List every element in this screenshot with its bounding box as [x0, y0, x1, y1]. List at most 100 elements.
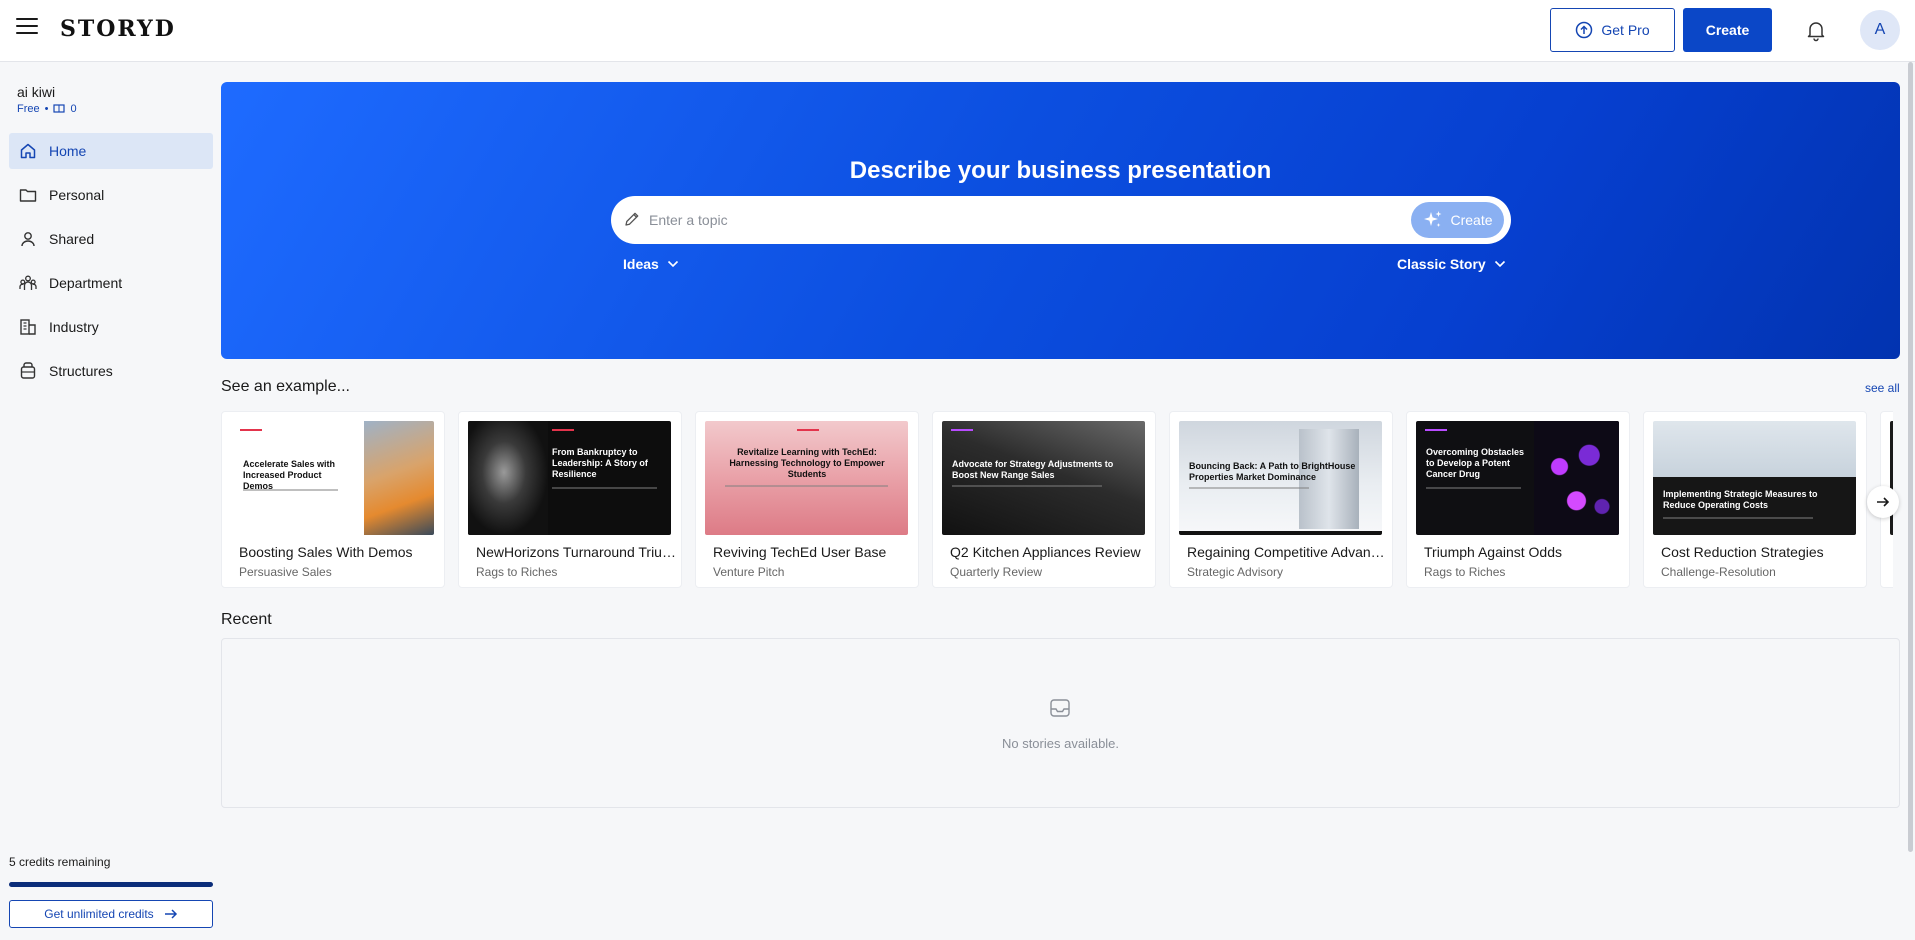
example-thumbnail: From Bankruptcy to Leadership: A Story o… — [468, 421, 671, 535]
thumbnail-tag — [552, 429, 574, 431]
thumbnail-tag — [951, 429, 973, 431]
carousel-next-button[interactable] — [1867, 486, 1899, 518]
hero-create-button[interactable]: Create — [1411, 202, 1504, 238]
thumbnail-text-line — [243, 489, 338, 491]
example-thumbnail — [1890, 421, 1893, 535]
thumbnail-tag — [797, 429, 819, 431]
top-bar: STORYD Get Pro Create A — [0, 0, 1915, 62]
credits-progress-fill — [9, 882, 213, 887]
chevron-down-icon — [1494, 260, 1505, 268]
sidebar-item-label: Home — [49, 143, 87, 159]
example-thumbnail: Revitalize Learning with TechEd: Harness… — [705, 421, 908, 535]
inbox-icon — [1050, 699, 1070, 717]
example-card-subtitle: Quarterly Review — [950, 565, 1043, 579]
create-button[interactable]: Create — [1683, 8, 1772, 52]
credits-remaining-text: 5 credits remaining — [9, 855, 111, 869]
topic-input[interactable] — [649, 206, 1409, 234]
credits-progress-bar — [9, 882, 213, 887]
example-card-title: Triumph Against Odds — [1424, 544, 1562, 560]
example-card-title: Reviving TechEd User Base — [713, 544, 887, 560]
thumbnail-photo — [364, 421, 434, 535]
thumbnail-title: From Bankruptcy to Leadership: A Story o… — [552, 447, 648, 479]
arrow-right-icon — [1877, 497, 1890, 507]
group-icon — [19, 275, 37, 290]
example-card-subtitle: Rags to Riches — [1424, 565, 1506, 579]
example-card-title: NewHorizons Turnaround Triumph — [476, 544, 676, 560]
example-card[interactable]: Bouncing Back: A Path to BrightHouse Pro… — [1169, 411, 1393, 588]
plan-label: Free — [17, 103, 40, 115]
thumbnail-footer — [1179, 531, 1382, 535]
recent-section-title: Recent — [221, 611, 272, 628]
example-card[interactable]: Implementing Strategic Measures to Reduc… — [1643, 411, 1867, 588]
empty-state-text: No stories available. — [1001, 736, 1120, 751]
user-name: ai kiwi — [17, 84, 56, 100]
see-all-link[interactable]: see all — [1865, 381, 1900, 395]
thumbnail-photo — [1534, 421, 1619, 535]
sidebar-item-label: Personal — [49, 187, 105, 203]
example-thumbnail: Implementing Strategic Measures to Reduc… — [1653, 421, 1856, 535]
thumbnail-tag — [240, 429, 262, 431]
presentation-icon — [53, 104, 66, 113]
thumbnail-text-line — [1663, 517, 1813, 519]
thumbnail-photo — [468, 421, 548, 535]
folder-icon — [19, 189, 37, 202]
thumbnail-text-line — [1189, 487, 1309, 489]
thumbnail-text-line — [725, 485, 888, 487]
example-card[interactable]: From Bankruptcy to Leadership: A Story o… — [458, 411, 682, 588]
recent-stories-panel: No stories available. — [221, 638, 1900, 808]
thumbnail-title: Bouncing Back: A Path to BrightHouse Pro… — [1189, 461, 1356, 482]
thumbnail-title: Advocate for Strategy Adjustments to Boo… — [952, 459, 1114, 480]
hero-banner: Describe your business presentation Crea… — [221, 82, 1900, 359]
get-pro-button[interactable]: Get Pro — [1550, 8, 1675, 52]
sidebar-item-shared[interactable]: Shared — [9, 221, 213, 257]
example-card[interactable]: Overcoming Obstacles to Develop a Potent… — [1406, 411, 1630, 588]
story-style-dropdown[interactable]: Classic Story — [1397, 256, 1506, 272]
menu-icon[interactable] — [16, 18, 38, 40]
example-card-subtitle: Persuasive Sales — [239, 565, 332, 579]
notification-bell-icon[interactable] — [1804, 18, 1828, 42]
ideas-label: Ideas — [623, 256, 659, 272]
sidebar-item-home[interactable]: Home — [9, 133, 213, 169]
example-card[interactable]: Revitalize Learning with TechEd: Harness… — [695, 411, 919, 588]
get-pro-label: Get Pro — [1601, 22, 1650, 38]
sidebar: ai kiwi Free • 0 Home Personal Shared De… — [0, 62, 220, 940]
sidebar-item-department[interactable]: Department — [9, 265, 213, 301]
ideas-dropdown[interactable]: Ideas — [623, 256, 679, 272]
sidebar-item-label: Industry — [49, 319, 99, 335]
example-card[interactable]: Advocate for Strategy Adjustments to Boo… — [932, 411, 1156, 588]
person-icon — [21, 232, 35, 247]
sparkle-icon — [1424, 211, 1442, 227]
example-card-subtitle: Challenge-Resolution — [1661, 565, 1776, 579]
thumbnail-title: Revitalize Learning with TechEd: Harness… — [729, 447, 885, 479]
example-card-title: Regaining Competitive Advantage — [1187, 544, 1387, 560]
topic-search-box: Create — [611, 196, 1511, 244]
plan-separator: • — [44, 103, 49, 115]
examples-section-title: See an example... — [221, 378, 350, 395]
arrow-right-icon — [164, 909, 177, 919]
building-icon — [20, 319, 36, 335]
example-card-title: Cost Reduction Strategies — [1661, 544, 1824, 560]
avatar[interactable]: A — [1860, 10, 1900, 50]
sidebar-item-structures[interactable]: Structures — [9, 353, 213, 389]
example-card-subtitle: Rags to Riches — [476, 565, 558, 579]
example-card-subtitle: Strategic Advisory — [1187, 565, 1284, 579]
examples-carousel: Accelerate Sales with Increased Product … — [221, 411, 1893, 589]
sidebar-item-label: Department — [49, 275, 123, 291]
story-style-label: Classic Story — [1397, 256, 1486, 272]
structure-icon — [20, 362, 36, 379]
thumbnail-title: Implementing Strategic Measures to Reduc… — [1663, 489, 1818, 510]
sidebar-item-label: Shared — [49, 231, 95, 247]
sidebar-item-industry[interactable]: Industry — [9, 309, 213, 345]
hero-create-label: Create — [1450, 212, 1493, 228]
example-thumbnail: Bouncing Back: A Path to BrightHouse Pro… — [1179, 421, 1382, 535]
brand-logo[interactable]: STORYD — [60, 16, 176, 42]
upgrade-icon — [1576, 21, 1593, 39]
sidebar-item-personal[interactable]: Personal — [9, 177, 213, 213]
unlimited-label: Get unlimited credits — [44, 907, 154, 921]
sidebar-item-label: Structures — [49, 363, 113, 379]
get-unlimited-credits-button[interactable]: Get unlimited credits — [9, 900, 213, 928]
pencil-icon — [625, 212, 639, 226]
page-scrollbar[interactable] — [1908, 62, 1913, 852]
home-icon — [20, 143, 36, 159]
example-card[interactable]: Accelerate Sales with Increased Product … — [221, 411, 445, 588]
